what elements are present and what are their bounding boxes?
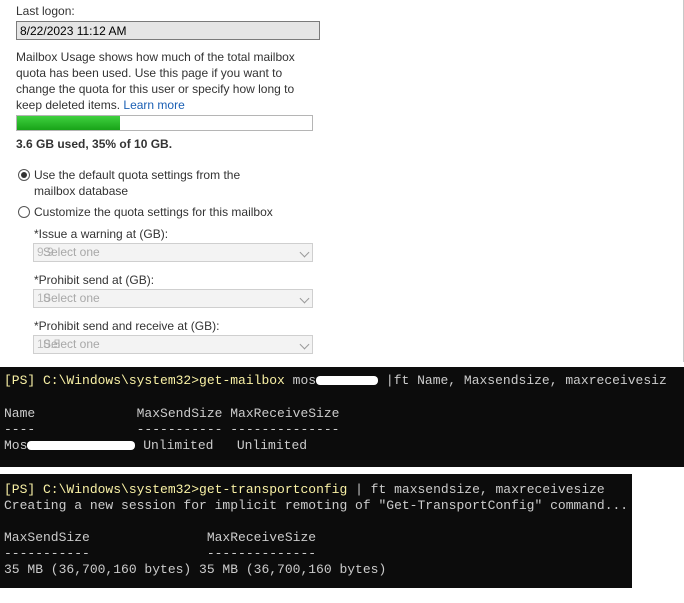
console-arg-rest: |ft Name, Maxsendsize, maxreceivesiz — [378, 373, 667, 388]
prohibit-send-receive-placeholder: Select one — [43, 337, 100, 351]
chevron-down-icon — [299, 247, 310, 258]
console-arg: mos — [284, 373, 317, 388]
chevron-down-icon — [299, 293, 310, 304]
console-prompt: [PS] C:\Windows\system32> — [4, 373, 200, 388]
warning-quota-select[interactable]: 9.9 Select one — [33, 243, 313, 262]
prohibit-send-receive-label: *Prohibit send and receive at (GB): — [34, 319, 220, 333]
usage-description: Mailbox Usage shows how much of the tota… — [16, 49, 316, 113]
last-logon-field: 8/22/2023 11:12 AM — [16, 21, 320, 40]
chevron-down-icon — [299, 339, 310, 350]
console-command-line: [PS] C:\Windows\system32>get-mailbox mos… — [4, 373, 667, 389]
console-row-values: Unlimited Unlimited — [143, 438, 308, 453]
console-table-rule: ---- ----------- -------------- — [4, 422, 340, 437]
default-quota-radio[interactable] — [18, 169, 30, 181]
console-table-header: Name MaxSendSize MaxReceiveSize — [4, 406, 340, 421]
console-session-message: Creating a new session for implicit remo… — [4, 498, 629, 513]
warning-quota-label: *Issue a warning at (GB): — [34, 227, 169, 241]
console-table-row: 35 MB (36,700,160 bytes) 35 MB (36,700,1… — [4, 562, 387, 577]
warning-quota-placeholder: Select one — [43, 245, 100, 259]
radio-selected-dot — [21, 172, 27, 178]
learn-more-link[interactable]: Learn more — [123, 98, 184, 112]
console-prompt: [PS] C:\Windows\system32> — [4, 482, 200, 497]
prohibit-send-receive-select[interactable]: 10.5 Select one — [33, 335, 313, 354]
usage-progress-fill — [17, 116, 121, 130]
prohibit-send-select[interactable]: 10 Select one — [33, 289, 313, 308]
custom-quota-radio[interactable] — [18, 206, 30, 218]
console-row-name: Mos — [4, 438, 28, 453]
console-cmdlet: get-transportconfig — [199, 482, 348, 497]
usage-text: 3.6 GB used, 35% of 10 GB. — [16, 137, 173, 151]
console-cmdlet: get-mailbox — [199, 373, 285, 388]
powershell-console-mailbox: [PS] C:\Windows\system32>get-mailbox mos… — [0, 367, 684, 467]
console-table-rule: ----------- -------------- — [4, 546, 317, 561]
custom-quota-label[interactable]: Customize the quota settings for this ma… — [34, 204, 273, 220]
console-arg: | ft maxsendsize, maxreceivesize — [347, 482, 605, 497]
powershell-console-transport: [PS] C:\Windows\system32>get-transportco… — [0, 474, 632, 588]
usage-progress-bar — [16, 115, 313, 131]
prohibit-send-label: *Prohibit send at (GB): — [34, 273, 155, 287]
console-command-line: [PS] C:\Windows\system32>get-transportco… — [4, 482, 605, 498]
redaction-mark — [27, 441, 136, 451]
redaction-mark — [316, 376, 379, 386]
prohibit-send-placeholder: Select one — [43, 291, 100, 305]
mailbox-usage-panel: Last logon: 8/22/2023 11:12 AM Mailbox U… — [0, 0, 684, 362]
default-quota-label[interactable]: Use the default quota settings from the … — [34, 167, 274, 199]
last-logon-label: Last logon: — [16, 4, 75, 18]
console-table-header: MaxSendSize MaxReceiveSize — [4, 530, 317, 545]
console-table-row: Mos Unlimited Unlimited — [4, 438, 307, 454]
